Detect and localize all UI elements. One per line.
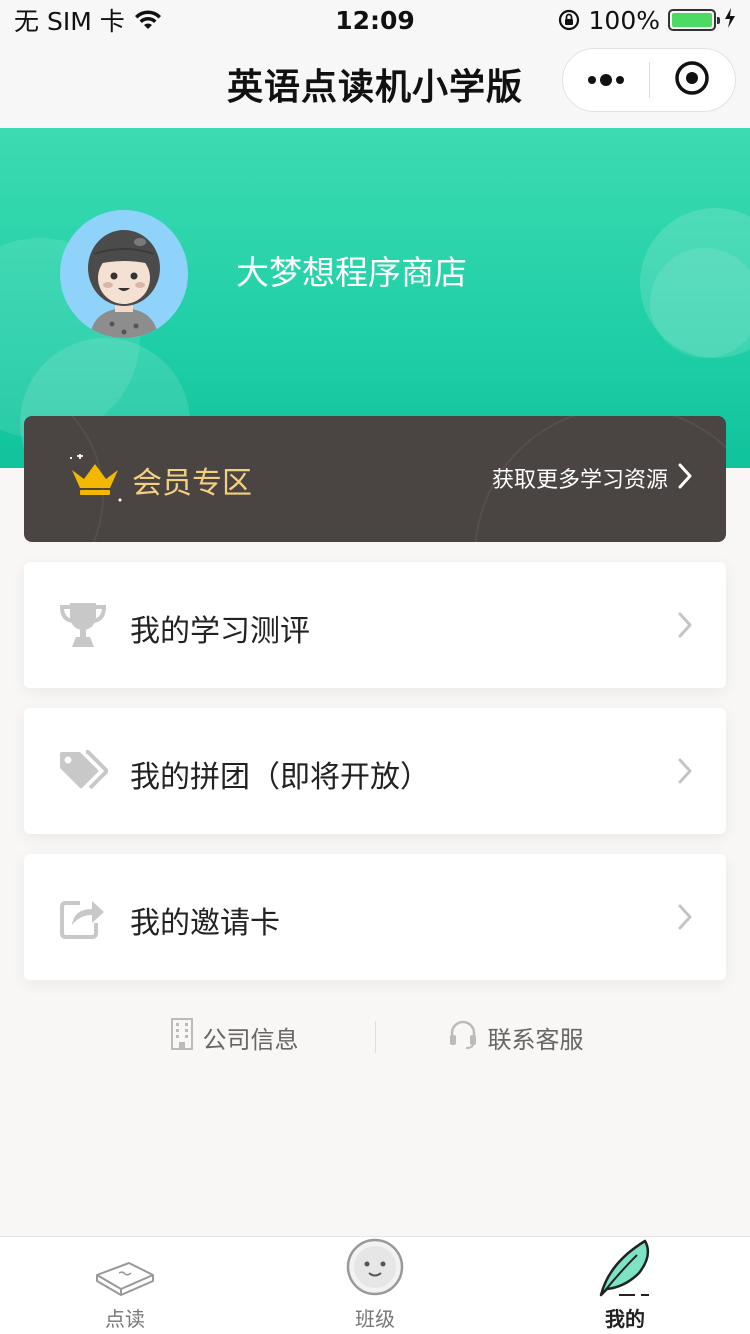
menu-item-invite-card[interactable]: 我的邀请卡 [24,854,726,980]
status-bar: 无 SIM 卡 12:09 100% [0,0,750,40]
crown-icon [68,453,124,508]
carrier-text: 无 SIM 卡 [14,7,125,36]
footer-links: 公司信息 联系客服 [0,1012,750,1062]
status-left: 无 SIM 卡 [14,2,163,38]
capsule-menu [562,48,736,112]
username: 大梦想程序商店 [236,253,467,292]
customer-service-link[interactable]: 联系客服 [376,1019,656,1055]
company-info-label: 公司信息 [202,1025,299,1054]
member-link-text: 获取更多学习资源 [491,468,668,493]
menu-label: 我的学习测评 [130,614,310,649]
battery-percent: 100% [588,5,660,35]
menu-item-group-buy[interactable]: 我的拼团（即将开放） [24,708,726,834]
feather-icon [595,1239,655,1301]
chevron-right-icon [678,612,692,642]
close-button[interactable] [650,49,736,111]
chevron-right-icon [678,904,692,934]
smiley-face-icon [345,1237,405,1301]
chevron-right-icon [678,463,692,493]
more-button[interactable] [563,49,649,111]
member-zone-title: 会员专区 [132,466,252,501]
menu-item-assessment[interactable]: 我的学习测评 [24,562,726,688]
tags-icon [58,746,108,796]
chevron-right-icon [678,758,692,788]
page-title: 英语点读机小学版 [226,67,523,108]
member-more-link[interactable]: 获取更多学习资源 [492,462,692,494]
more-dots-icon [586,71,626,90]
company-info-link[interactable]: 公司信息 [95,1018,375,1056]
tab-label: 我的 [605,1307,645,1331]
tab-class[interactable]: 班级 [250,1237,500,1334]
avatar[interactable] [60,210,188,338]
customer-service-label: 联系客服 [487,1025,584,1054]
rotation-lock-icon [557,8,581,32]
headset-icon [448,1019,478,1055]
menu-label: 我的拼团（即将开放） [130,760,430,795]
status-right: 100% [557,6,736,35]
wifi-icon [133,9,163,31]
decor-bubble [650,248,750,358]
building-icon [170,1018,193,1056]
nav-bar: 英语点读机小学版 [0,40,750,128]
tab-mine[interactable]: 我的 [500,1237,750,1334]
tab-label: 班级 [355,1307,395,1331]
book-icon [95,1253,155,1301]
tab-bar: 点读 班级 我的 [0,1236,750,1334]
tab-label: 点读 [105,1307,145,1331]
battery-icon [668,9,720,31]
target-circle-icon [674,60,710,100]
girl-avatar-icon [88,230,160,338]
share-icon [58,892,108,942]
menu-label: 我的邀请卡 [130,906,280,941]
member-zone-card[interactable]: 会员专区 获取更多学习资源 [24,416,726,542]
charging-icon [724,6,736,35]
battery-fill [672,13,712,27]
trophy-icon [58,600,108,650]
tab-read[interactable]: 点读 [0,1237,250,1334]
